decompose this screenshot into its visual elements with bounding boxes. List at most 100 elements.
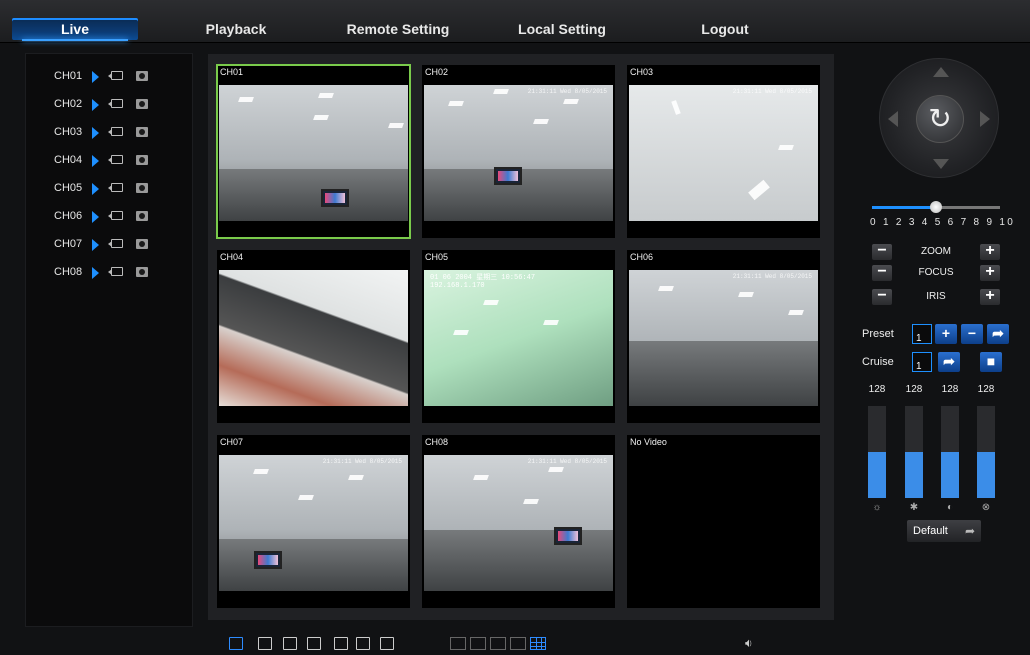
- video-cell-ch03[interactable]: CH03 21:31:11 Wed 8/05/2015: [627, 65, 820, 238]
- contrast-slider[interactable]: [905, 406, 923, 498]
- stop-all-icon[interactable]: [258, 637, 272, 650]
- channel-row-ch05[interactable]: CH05: [54, 178, 174, 198]
- play-icon[interactable]: [92, 127, 99, 139]
- focus-plus-button[interactable]: +: [980, 264, 1000, 281]
- video-grid: CH01 CH02 21:31:11 Wed 8/05/2015 CH03 21…: [208, 54, 834, 620]
- record-icon[interactable]: [108, 267, 123, 276]
- snapshot-icon[interactable]: [136, 183, 148, 193]
- play-icon[interactable]: [92, 155, 99, 167]
- play-icon[interactable]: [92, 239, 99, 251]
- next-group-icon[interactable]: [307, 637, 321, 650]
- record-icon[interactable]: [108, 99, 123, 108]
- snapshot-icon[interactable]: [136, 155, 148, 165]
- channel-label: CH08: [54, 266, 83, 278]
- layout-1x1-icon[interactable]: [450, 637, 466, 650]
- channel-row-ch07[interactable]: CH07: [54, 234, 174, 254]
- tab-playback[interactable]: Playback: [196, 18, 276, 40]
- snapshot-icon[interactable]: [136, 99, 148, 109]
- channel-row-ch01[interactable]: CH01: [54, 66, 174, 86]
- layout-menu-icon[interactable]: [380, 637, 394, 650]
- video-cell-ch05[interactable]: CH05 01 06 2004 星期三 10:56:47 192.168.1.1…: [422, 250, 615, 423]
- preset-add-button[interactable]: +: [935, 324, 957, 344]
- preset-input[interactable]: 1: [912, 324, 932, 344]
- camera-feed: 01 06 2004 星期三 10:56:47 192.168.1.170: [424, 270, 613, 406]
- record-icon[interactable]: [108, 183, 123, 192]
- layout-2x2-icon[interactable]: [470, 637, 486, 650]
- fullscreen-icon[interactable]: [334, 637, 348, 650]
- play-all-icon[interactable]: [229, 637, 243, 650]
- tab-local-setting[interactable]: Local Setting: [510, 18, 614, 40]
- play-icon[interactable]: [92, 183, 99, 195]
- zoom-out-button[interactable]: −: [872, 243, 892, 260]
- video-cell-empty[interactable]: No Video: [627, 435, 820, 608]
- video-cell-ch06[interactable]: CH06 21:31:11 Wed 8/05/2015: [627, 250, 820, 423]
- arrow-right-icon[interactable]: [980, 111, 990, 127]
- video-cell-ch04[interactable]: CH04: [217, 250, 410, 423]
- hue-slider[interactable]: [977, 406, 995, 498]
- record-icon[interactable]: [108, 239, 123, 248]
- arrow-up-icon[interactable]: [933, 67, 949, 77]
- focus-minus-button[interactable]: −: [872, 264, 892, 281]
- ptz-direction-pad[interactable]: ↻: [879, 58, 999, 178]
- cell-label: CH07: [220, 437, 244, 447]
- play-icon[interactable]: [92, 267, 99, 279]
- preset-go-icon[interactable]: ➦: [987, 324, 1009, 344]
- default-button[interactable]: Default ➦: [907, 520, 981, 542]
- video-cell-ch02[interactable]: CH02 21:31:11 Wed 8/05/2015: [422, 65, 615, 238]
- arrow-left-icon[interactable]: [888, 111, 898, 127]
- camera-feed: 21:31:11 Wed 8/05/2015: [629, 85, 818, 221]
- snapshot-icon[interactable]: [136, 71, 148, 81]
- play-icon[interactable]: [92, 99, 99, 111]
- speed-knob[interactable]: [930, 201, 942, 213]
- cell-label: CH03: [630, 67, 654, 77]
- record-icon[interactable]: [108, 127, 123, 136]
- channel-row-ch02[interactable]: CH02: [54, 94, 174, 114]
- channel-row-ch06[interactable]: CH06: [54, 206, 174, 226]
- iris-plus-button[interactable]: +: [980, 288, 1000, 305]
- play-icon[interactable]: [92, 71, 99, 83]
- previous-group-icon[interactable]: [283, 637, 297, 650]
- cruise-input[interactable]: 1: [912, 352, 932, 372]
- play-icon[interactable]: [92, 211, 99, 223]
- camera-feed: [219, 270, 408, 406]
- tab-logout[interactable]: Logout: [690, 18, 760, 40]
- snapshot-all-icon[interactable]: [356, 637, 370, 650]
- channel-row-ch04[interactable]: CH04: [54, 150, 174, 170]
- record-icon[interactable]: [108, 211, 123, 220]
- hue-icon: ⊗: [981, 502, 991, 513]
- video-cell-ch01[interactable]: CH01: [216, 64, 411, 239]
- video-cell-ch08[interactable]: CH08 21:31:11 Wed 8/05/2015: [422, 435, 615, 608]
- tab-remote-setting[interactable]: Remote Setting: [338, 18, 458, 40]
- cruise-start-icon[interactable]: ➦: [938, 352, 960, 372]
- cell-label: CH06: [630, 252, 654, 262]
- video-cell-ch07[interactable]: CH07 21:31:11 Wed 8/05/2015: [217, 435, 410, 608]
- brightness-value: 128: [868, 384, 886, 395]
- snapshot-icon[interactable]: [136, 211, 148, 221]
- saturation-slider[interactable]: [941, 406, 959, 498]
- brightness-slider[interactable]: [868, 406, 886, 498]
- snapshot-icon[interactable]: [136, 267, 148, 277]
- speed-scale: 0 1 2 3 4 5 6 7 8 9 10: [870, 217, 1016, 228]
- arrow-down-icon[interactable]: [933, 159, 949, 169]
- snapshot-icon[interactable]: [136, 127, 148, 137]
- channel-row-ch08[interactable]: CH08: [54, 262, 174, 282]
- snapshot-icon[interactable]: [136, 239, 148, 249]
- zoom-in-button[interactable]: +: [980, 243, 1000, 260]
- record-icon[interactable]: [108, 71, 123, 80]
- iris-minus-button[interactable]: −: [872, 288, 892, 305]
- top-navigation: Live Playback Remote Setting Local Setti…: [0, 0, 1030, 43]
- cruise-stop-icon[interactable]: ■: [980, 352, 1002, 372]
- channel-row-ch03[interactable]: CH03: [54, 122, 174, 142]
- auto-rotate-icon[interactable]: ↻: [916, 95, 964, 143]
- camera-feed: 21:31:11 Wed 8/05/2015: [219, 455, 408, 591]
- camera-feed: 21:31:11 Wed 8/05/2015: [629, 270, 818, 406]
- layout-1plus5-icon[interactable]: [490, 637, 506, 650]
- tab-live[interactable]: Live: [12, 18, 138, 41]
- volume-icon[interactable]: 🔉︎: [745, 636, 753, 651]
- record-icon[interactable]: [108, 155, 123, 164]
- default-label: Default: [913, 525, 948, 537]
- layout-1plus7-icon[interactable]: [510, 637, 526, 650]
- layout-3x3-icon[interactable]: [530, 637, 546, 650]
- preset-remove-button[interactable]: −: [961, 324, 983, 344]
- speed-slider[interactable]: [872, 201, 1000, 213]
